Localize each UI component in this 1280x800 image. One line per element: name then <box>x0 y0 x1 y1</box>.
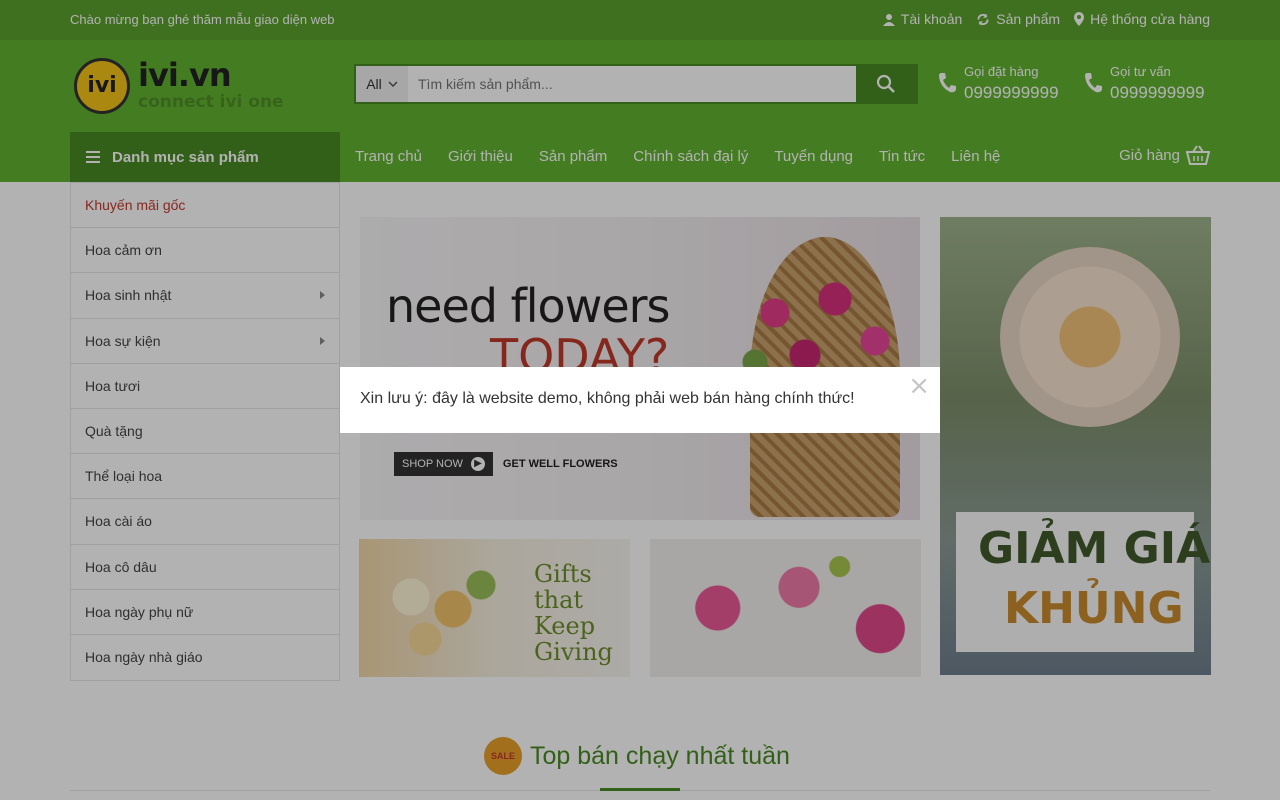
modal-message: Xin lưu ý: đây là website demo, không ph… <box>360 390 855 407</box>
close-icon[interactable]: × <box>908 373 930 399</box>
notice-modal: Xin lưu ý: đây là website demo, không ph… <box>340 367 940 433</box>
